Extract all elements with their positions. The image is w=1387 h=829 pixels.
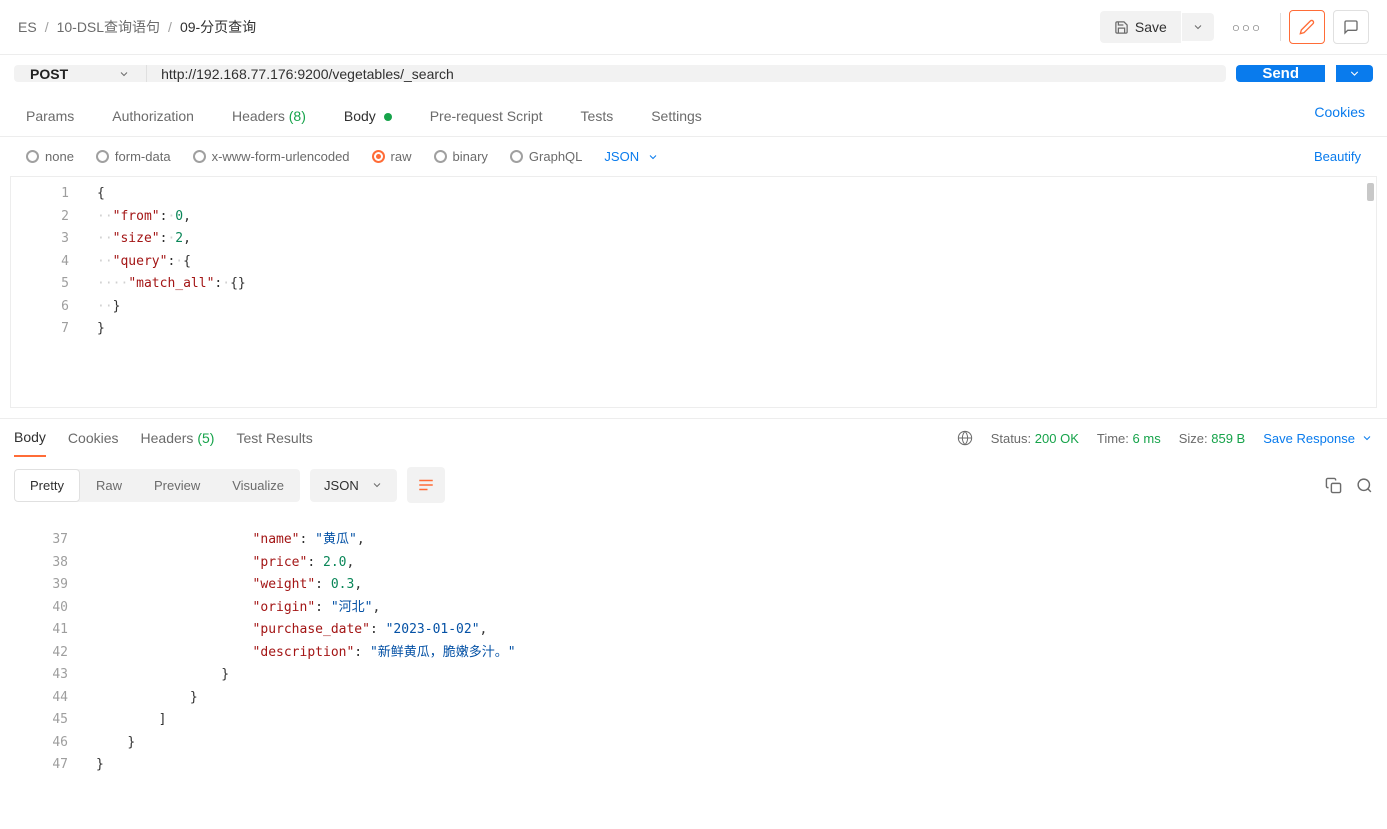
body-modified-indicator — [384, 113, 392, 121]
chevron-down-icon — [1361, 432, 1373, 444]
tab-settings[interactable]: Settings — [647, 100, 706, 136]
method-url-group: POST — [14, 65, 1226, 82]
breadcrumb-sep: / — [168, 19, 172, 35]
headers-count: (8) — [289, 108, 306, 124]
line-gutter: 3738394041424344454647 — [10, 513, 82, 783]
method-label: POST — [30, 66, 68, 82]
chevron-down-icon — [371, 479, 383, 491]
pencil-icon — [1299, 19, 1315, 35]
resp-tab-body[interactable]: Body — [14, 429, 46, 457]
breadcrumb-mid[interactable]: 10-DSL查询语句 — [57, 17, 160, 37]
search-icon[interactable] — [1356, 477, 1373, 494]
wrap-icon — [417, 476, 435, 494]
tab-headers[interactable]: Headers (8) — [228, 100, 310, 136]
send-dropdown-button[interactable] — [1336, 65, 1373, 82]
scroll-indicator — [1367, 183, 1374, 201]
chevron-down-icon — [1348, 67, 1361, 80]
line-wrap-button[interactable] — [407, 467, 445, 503]
tab-authorization[interactable]: Authorization — [108, 100, 198, 136]
breadcrumb-current[interactable]: 09-分页查询 — [180, 17, 256, 37]
resp-tab-cookies[interactable]: Cookies — [68, 430, 119, 456]
top-actions: Save ○○○ — [1100, 10, 1369, 44]
radio-graphql[interactable]: GraphQL — [510, 149, 582, 164]
view-pretty[interactable]: Pretty — [14, 469, 80, 502]
response-format-select[interactable]: JSON — [310, 469, 397, 502]
tab-body[interactable]: Body — [340, 100, 396, 136]
cookies-link[interactable]: Cookies — [1314, 104, 1365, 132]
comment-icon — [1343, 19, 1359, 35]
response-toolbar: Pretty Raw Preview Visualize JSON — [0, 457, 1387, 513]
view-mode-segment: Pretty Raw Preview Visualize — [14, 469, 300, 502]
radio-none[interactable]: none — [26, 149, 74, 164]
radio-urlencoded[interactable]: x-www-form-urlencoded — [193, 149, 350, 164]
beautify-button[interactable]: Beautify — [1314, 149, 1361, 164]
request-tabs: Params Authorization Headers (8) Body Pr… — [0, 92, 1387, 137]
code-lines: { ··"from":·0, ··"size":·2, ··"query":·{… — [11, 177, 1376, 407]
save-label: Save — [1135, 19, 1167, 35]
copy-icon[interactable] — [1325, 477, 1342, 494]
top-bar: ES / 10-DSL查询语句 / 09-分页查询 Save ○○○ — [0, 0, 1387, 55]
raw-format-select[interactable]: JSON — [604, 149, 659, 164]
chevron-down-icon — [647, 151, 659, 163]
line-gutter: 1234567 — [11, 177, 83, 407]
chevron-down-icon — [1192, 21, 1204, 33]
send-button[interactable]: Send — [1236, 65, 1325, 82]
save-dropdown-button[interactable] — [1182, 13, 1214, 41]
size-value: 859 B — [1211, 431, 1245, 446]
time-value: 6 ms — [1133, 431, 1161, 446]
body-type-options: none form-data x-www-form-urlencoded raw… — [0, 137, 1387, 176]
resp-tab-headers[interactable]: Headers (5) — [141, 430, 215, 456]
radio-formdata[interactable]: form-data — [96, 149, 171, 164]
view-preview[interactable]: Preview — [138, 469, 216, 502]
radio-binary[interactable]: binary — [434, 149, 488, 164]
tab-prerequest[interactable]: Pre-request Script — [426, 100, 547, 136]
status-value: 200 OK — [1035, 431, 1079, 446]
view-raw[interactable]: Raw — [80, 469, 138, 502]
globe-icon[interactable] — [957, 430, 973, 446]
response-tabs: Body Cookies Headers (5) Test Results St… — [0, 419, 1387, 457]
resp-tab-results[interactable]: Test Results — [236, 430, 312, 456]
more-button[interactable]: ○○○ — [1222, 12, 1272, 43]
breadcrumb-root[interactable]: ES — [18, 19, 37, 35]
tab-params[interactable]: Params — [22, 100, 78, 136]
comment-button[interactable] — [1333, 10, 1369, 44]
url-bar: POST Send — [0, 55, 1387, 92]
request-body-editor[interactable]: 1234567 { ··"from":·0, ··"size":·2, ··"q… — [10, 176, 1377, 408]
chevron-down-icon — [118, 68, 130, 80]
response-actions — [1325, 477, 1373, 494]
response-body-viewer[interactable]: 3738394041424344454647 "name": "黄瓜", "pr… — [10, 513, 1377, 783]
save-icon — [1114, 20, 1129, 35]
save-button[interactable]: Save — [1100, 11, 1181, 43]
tab-tests[interactable]: Tests — [577, 100, 618, 136]
method-select[interactable]: POST — [14, 65, 147, 82]
save-response-button[interactable]: Save Response — [1263, 431, 1373, 446]
radio-raw[interactable]: raw — [372, 149, 412, 164]
breadcrumb-sep: / — [45, 19, 49, 35]
edit-button[interactable] — [1289, 10, 1325, 44]
view-visualize[interactable]: Visualize — [216, 469, 300, 502]
response-meta: Status: 200 OK Time: 6 ms Size: 859 B Sa… — [957, 430, 1373, 456]
code-lines: "name": "黄瓜", "price": 2.0, "weight": 0.… — [10, 513, 1377, 783]
resp-headers-count: (5) — [197, 430, 214, 446]
ellipsis-icon: ○○○ — [1232, 20, 1262, 35]
url-input[interactable] — [147, 65, 1226, 82]
breadcrumb: ES / 10-DSL查询语句 / 09-分页查询 — [18, 17, 256, 37]
divider — [1280, 13, 1281, 41]
